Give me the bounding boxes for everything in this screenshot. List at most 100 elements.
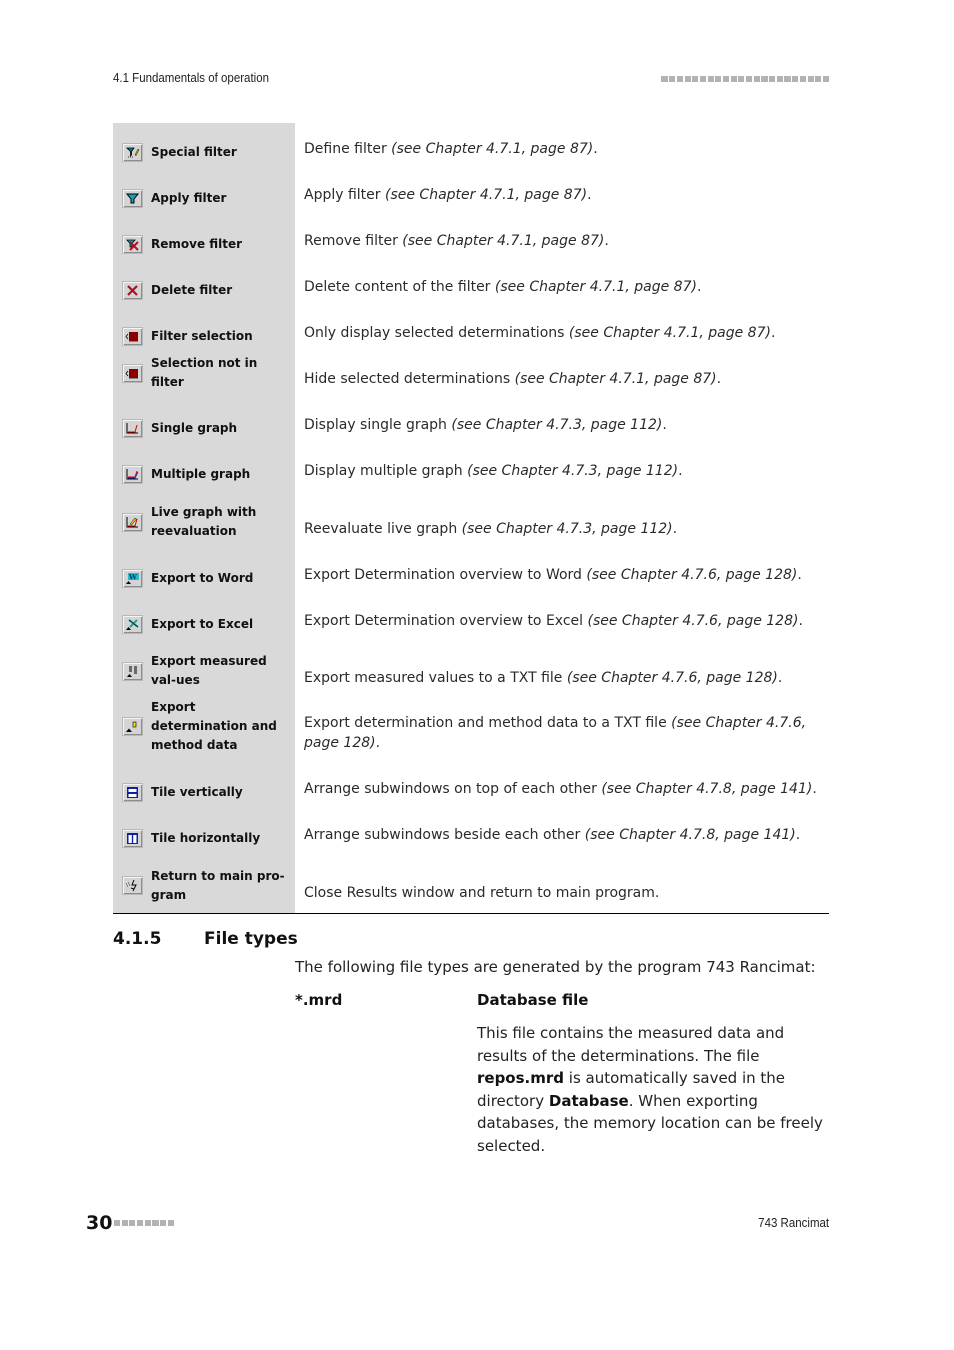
button-description-cell: Define filter (see Chapter 4.7.1, page 8… <box>295 123 829 169</box>
decoration-square <box>822 76 829 83</box>
button-name-wrap: Live graph with reevaluation <box>113 503 295 549</box>
decoration-square <box>807 76 814 83</box>
button-description-cell: Export determination and method data to … <box>295 698 829 763</box>
button-description-cell: Export Determination overview to Word (s… <box>295 549 829 595</box>
table-row: Export determination and method data Expo… <box>113 698 829 763</box>
decoration-square <box>746 76 753 83</box>
button-description: Display multiple graph (see Chapter 4.7.… <box>304 463 683 479</box>
decoration-square <box>692 76 699 83</box>
export-measured-values-icon <box>122 661 143 681</box>
decoration-square <box>769 76 776 83</box>
button-name: Special filter <box>151 145 237 159</box>
button-name-cell: Remove filter <box>113 215 295 261</box>
button-description: Reevaluate live graph (see Chapter 4.7.3… <box>304 521 677 537</box>
button-description-cell: Hide selected determinations (see Chapte… <box>295 353 829 399</box>
button-description-cell: Display single graph (see Chapter 4.7.3,… <box>295 399 829 445</box>
section-number: 4.1.5 <box>113 929 162 949</box>
special-filter-icon <box>122 143 143 162</box>
chapter-reference: (see Chapter 4.7.1, page 87) <box>385 187 588 203</box>
button-name: Remove filter <box>151 237 243 251</box>
description-text: Arrange subwindows beside each other <box>304 827 585 843</box>
decoration-square <box>137 1220 144 1227</box>
button-name-wrap: Selection not in filter <box>113 354 295 399</box>
button-name-wrap: Multiple graph <box>113 465 295 491</box>
decoration-square <box>784 76 791 83</box>
file-type-description: This file contains the measured data and… <box>477 1022 837 1157</box>
description-text: Remove filter <box>304 233 403 249</box>
decoration-square <box>160 1220 167 1227</box>
description-end: . <box>604 233 609 249</box>
description-end: . <box>812 781 817 797</box>
delete-filter-icon <box>122 281 143 300</box>
table-row: Apply filter Apply filter (see Chapter 4.… <box>113 169 829 215</box>
chapter-reference: (see Chapter 4.7.8, page 141) <box>601 781 813 797</box>
emphasized-term: repos.mrd <box>477 1069 565 1087</box>
decoration-square <box>144 1220 151 1227</box>
button-name-cell: Export measured val-ues <box>113 641 295 698</box>
table-row: Selection not in filter Hide selected det… <box>113 353 829 399</box>
button-description-cell: Delete content of the filter (see Chapte… <box>295 261 829 307</box>
decoration-square <box>753 76 760 83</box>
header-decoration-squares <box>661 76 829 83</box>
button-name: Export to Excel <box>151 617 254 631</box>
table-row: Tile horizontally Arrange subwindows besi… <box>113 809 829 855</box>
selection-not-in-filter-icon <box>122 363 143 383</box>
table-row: Special filter Define filter (see Chapter… <box>113 123 829 169</box>
button-name-cell: Return to main pro-gram <box>113 855 295 914</box>
export-to-excel-icon <box>122 615 143 634</box>
decoration-square <box>152 1220 159 1227</box>
chapter-reference: (see Chapter 4.7.1, page 87) <box>568 325 771 341</box>
button-name: Live graph with reevaluation <box>151 505 257 538</box>
button-name-cell: Multiple graph <box>113 445 295 491</box>
chapter-reference: (see Chapter 4.7.3, page 112) <box>461 521 673 537</box>
chapter-reference: (see Chapter 4.7.6, page 128) <box>587 613 799 629</box>
button-name-wrap: Export measured val-ues <box>113 652 295 698</box>
apply-filter-icon <box>122 189 143 208</box>
button-name-cell: Filter selection <box>113 307 295 353</box>
chapter-reference: (see Chapter 4.7.1, page 87) <box>494 279 697 295</box>
description-end: . <box>672 521 678 537</box>
button-description-cell: Close Results window and return to main … <box>295 855 829 914</box>
section-intro: The following file types are generated b… <box>295 958 816 976</box>
toolbar-buttons-table: Special filter Define filter (see Chapter… <box>113 123 829 914</box>
decoration-square <box>815 76 822 83</box>
chapter-reference: (see Chapter 4.7.3, page 112) <box>451 417 663 433</box>
description-text: Arrange subwindows on top of each other <box>304 781 602 797</box>
decoration-square <box>661 76 668 83</box>
decoration-square <box>699 76 706 83</box>
section-reference: 4.1 Fundamentals of operation <box>113 71 269 85</box>
description-text: Export Determination overview to Word <box>304 567 587 583</box>
button-name-wrap: Remove filter <box>113 235 295 261</box>
chapter-reference: (see Chapter 4.7.1, page 87) <box>402 233 605 249</box>
chapter-reference: (see Chapter 4.7.6, page 128) <box>566 670 778 686</box>
description-end: . <box>662 417 667 433</box>
button-name-cell: Tile vertically <box>113 763 295 809</box>
button-name: Selection not in filter <box>151 356 258 389</box>
description-text: Define filter <box>304 141 392 157</box>
description-end: . <box>777 670 783 686</box>
button-name: Export measured val-ues <box>151 654 267 687</box>
button-name-cell: W Export to Word <box>113 549 295 595</box>
button-name: Tile vertically <box>151 785 243 799</box>
decoration-square <box>114 1220 121 1227</box>
table-row: Tile vertically Arrange subwindows on top… <box>113 763 829 809</box>
description-text: Export measured values to a TXT file <box>304 670 567 686</box>
button-name-wrap: Apply filter <box>113 189 295 215</box>
button-description-cell: Export measured values to a TXT file (se… <box>295 641 829 698</box>
emphasized-term: Database <box>548 1091 629 1110</box>
running-header: 4.1 Fundamentals of operation <box>113 71 829 89</box>
button-name-cell: Delete filter <box>113 261 295 307</box>
decoration-square <box>167 1220 174 1227</box>
button-name: Single graph <box>151 421 238 435</box>
decoration-square <box>676 76 683 83</box>
button-name-wrap: Tile horizontally <box>113 829 295 855</box>
multiple-graph-icon <box>122 465 143 484</box>
button-name-cell: Selection not in filter <box>113 353 295 399</box>
chapter-reference: (see Chapter 4.7.3, page 112) <box>467 463 679 479</box>
button-name-cell: Apply filter <box>113 169 295 215</box>
button-description-cell: Remove filter (see Chapter 4.7.1, page 8… <box>295 215 829 261</box>
decoration-square <box>129 1220 136 1227</box>
button-description-cell: Apply filter (see Chapter 4.7.1, page 87… <box>295 169 829 215</box>
button-description: Export Determination overview to Word (s… <box>304 567 802 583</box>
decoration-square <box>684 76 691 83</box>
